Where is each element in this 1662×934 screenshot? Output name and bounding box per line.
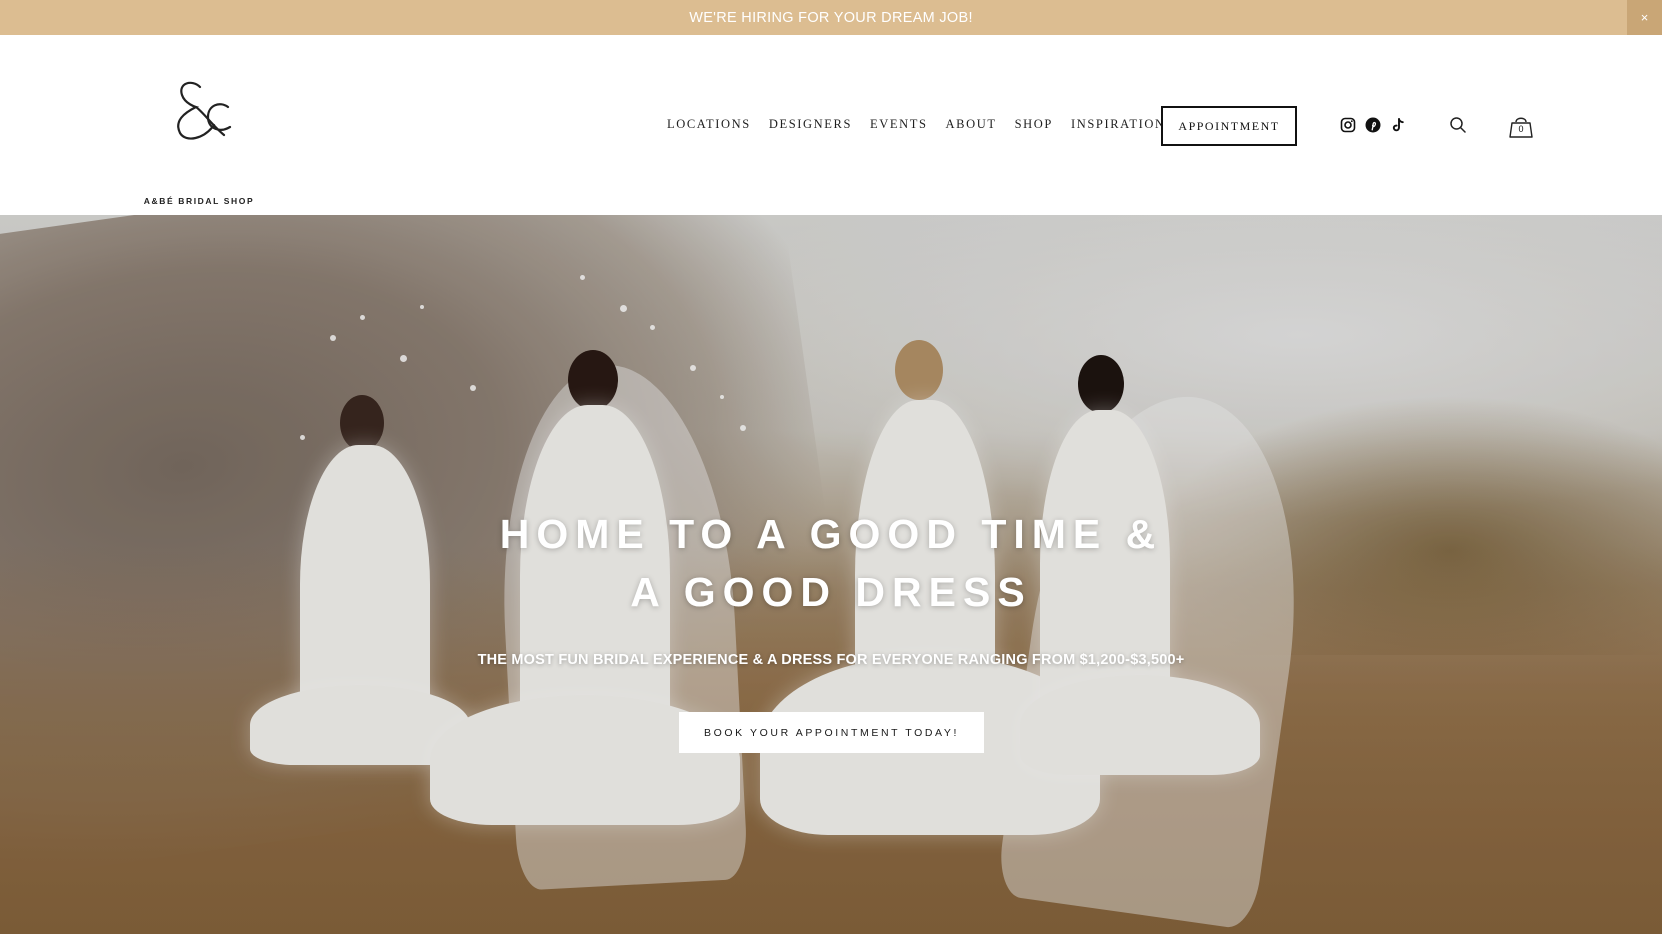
nav-item-inspiration[interactable]: INSPIRATION [1071, 117, 1166, 132]
nav-item-events[interactable]: EVENTS [870, 117, 928, 132]
main-nav: LOCATIONS DESIGNERS EVENTS ABOUT SHOP IN… [667, 117, 1184, 132]
close-announcement-button[interactable]: × [1627, 0, 1662, 35]
cart-count: 0 [1518, 124, 1524, 134]
search-icon[interactable] [1449, 116, 1467, 134]
announcement-bar: WE'RE HIRING FOR YOUR DREAM JOB! × [0, 0, 1662, 35]
nav-item-about[interactable]: ABOUT [946, 117, 997, 132]
nav-item-locations[interactable]: LOCATIONS [667, 117, 751, 132]
hero-title-line-2: A GOOD DRESS [630, 569, 1032, 615]
hero-subtitle: THE MOST FUN BRIDAL EXPERIENCE & A DRESS… [477, 652, 1185, 668]
logo[interactable]: A&BÉ BRIDAL SHOP [136, 73, 256, 206]
appointment-button[interactable]: APPOINTMENT [1161, 106, 1297, 146]
hero-section: HOME TO A GOOD TIME & A GOOD DRESS THE M… [0, 215, 1662, 934]
hero-title: HOME TO A GOOD TIME & A GOOD DRESS [331, 505, 1331, 621]
nav-item-designers[interactable]: DESIGNERS [769, 117, 852, 132]
cart-button[interactable]: 0 [1507, 112, 1535, 140]
hero-title-line-1: HOME TO A GOOD TIME & [499, 511, 1163, 557]
social-links [1340, 117, 1407, 134]
tiktok-icon[interactable] [1390, 117, 1407, 134]
pinterest-icon[interactable] [1365, 117, 1382, 134]
nav-item-shop[interactable]: SHOP [1015, 117, 1053, 132]
announcement-link[interactable]: WE'RE HIRING FOR YOUR DREAM JOB! [689, 10, 973, 26]
ampersand-logo-icon [177, 81, 232, 140]
book-appointment-button[interactable]: BOOK YOUR APPOINTMENT TODAY! [679, 712, 984, 753]
site-header: A&BÉ BRIDAL SHOP LOCATIONS DESIGNERS EVE… [0, 35, 1662, 215]
instagram-icon[interactable] [1340, 117, 1357, 134]
brand-name: A&BÉ BRIDAL SHOP [143, 196, 255, 206]
